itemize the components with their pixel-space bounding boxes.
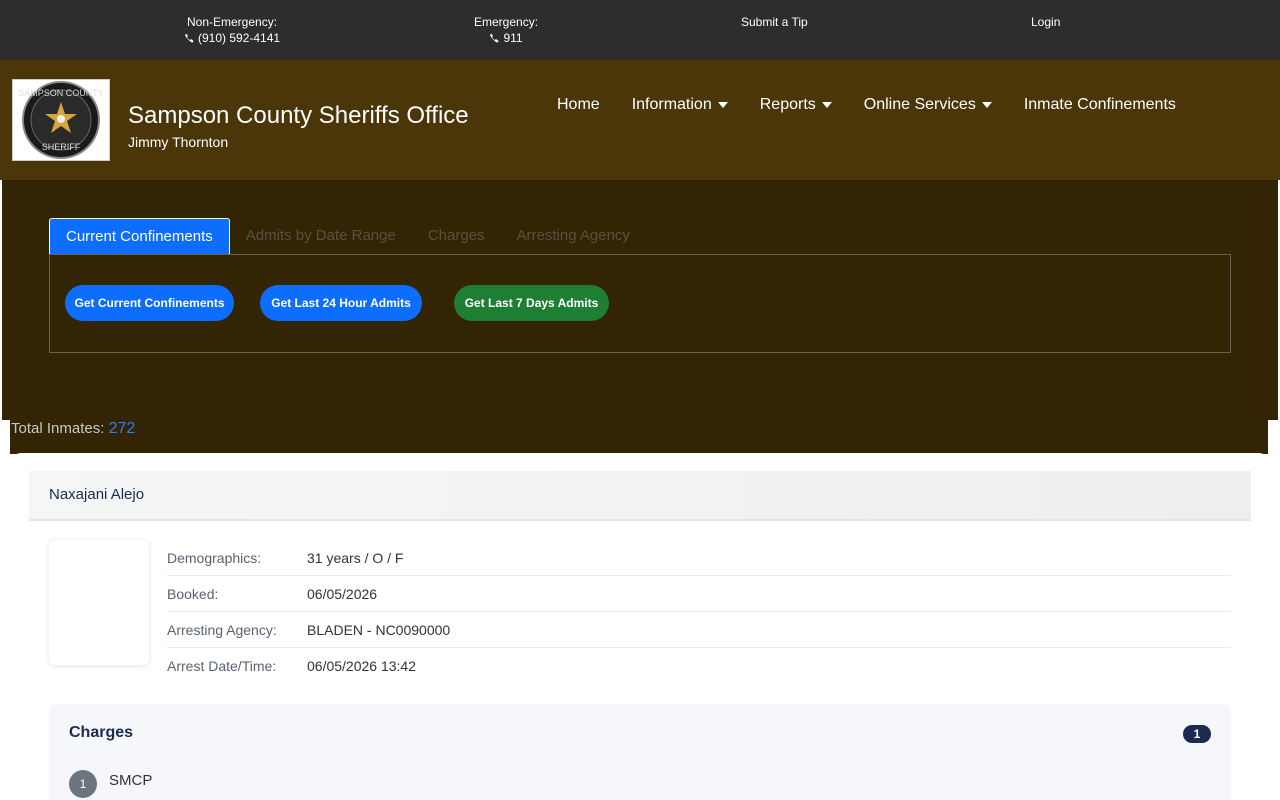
non-emergency-phone-link[interactable]: (910) 592-4141 [184,30,280,46]
top-contact-bar: Non-Emergency: (910) 592-4141 Emergency:… [0,0,1280,60]
info-row-arrest-datetime: Arrest Date/Time: 06/05/2026 13:42 [167,648,1231,684]
total-inmates-count: 272 [108,420,136,437]
tab-arresting-agency[interactable]: Arresting Agency [501,218,646,254]
emergency-phone: 911 [503,31,523,45]
tab-charges[interactable]: Charges [412,218,501,254]
info-value: 06/05/2026 [307,585,378,602]
main-nav: Home Information Reports Online Services… [557,96,1208,114]
get-last-7-days-admits-button[interactable]: Get Last 7 Days Admits [454,285,609,321]
site-subtitle: Jimmy Thornton [128,134,229,150]
sheriff-logo[interactable]: SAMPSON COUNTY SHERIFF [12,79,110,161]
info-value: 31 years / O / F [307,549,404,566]
phone-icon [490,33,499,43]
caret-down-icon [717,102,728,108]
charge-description: SMCP [109,772,153,789]
info-label: Arrest Date/Time: [167,658,277,674]
logo-text-bottom: SHERIFF [42,142,81,152]
total-inmates: Total Inmates: 272 [11,420,135,438]
info-row-demographics: Demographics: 31 years / O / F [167,540,1231,576]
nav-inmate-confinements[interactable]: Inmate Confinements [1024,96,1176,114]
emergency-label: Emergency: [474,15,539,29]
get-current-confinements-button[interactable]: Get Current Confinements [65,285,234,321]
info-value: BLADEN - NC0090000 [307,621,451,638]
emergency-contact: Emergency: 911 [474,14,538,47]
submit-tip-link[interactable]: Submit a Tip [741,14,808,30]
caret-down-icon [821,102,832,108]
confinement-search-panel: Current Confinements Admits by Date Rang… [2,180,1278,420]
info-row-arresting-agency: Arresting Agency: BLADEN - NC0090000 [167,612,1231,648]
logo-text-top: SAMPSON COUNTY [18,88,104,98]
nav-home[interactable]: Home [557,96,600,114]
login-link[interactable]: Login [1031,14,1060,30]
nav-label: Online Services [863,96,976,113]
nav-online-services[interactable]: Online Services [864,96,992,114]
tab-current-confinements[interactable]: Current Confinements [49,218,230,254]
info-label: Booked: [167,585,219,602]
info-row-booked: Booked: 06/05/2026 [167,576,1231,612]
nav-label: Information [631,96,712,113]
info-value: 06/05/2026 13:42 [307,658,416,674]
sheriff-badge-icon: SAMPSON COUNTY SHERIFF [18,81,104,159]
site-header: SAMPSON COUNTY SHERIFF Sampson County Sh… [0,60,1280,180]
total-inmates-label: Total Inmates: [11,420,105,437]
info-label: Demographics: [167,549,262,566]
phone-icon [185,33,194,43]
tab-bar: Current Confinements Admits by Date Rang… [49,218,646,254]
summary-strip [10,420,1268,454]
site-title[interactable]: Sampson County Sheriffs Office [128,102,469,130]
non-emergency-contact: Non-Emergency: (910) 592-4141 [184,14,280,47]
nav-label: Reports [759,96,816,113]
nav-information[interactable]: Information [632,96,728,114]
inmate-photo [49,540,149,665]
charges-section: Charges 1 1 SMCP [49,704,1231,800]
nav-label: Home [557,96,600,113]
charges-title: Charges [69,724,134,741]
get-last-24-hour-admits-button[interactable]: Get Last 24 Hour Admits [260,285,422,321]
non-emergency-label: Non-Emergency: [187,15,278,29]
charge-number: 1 [69,770,97,798]
non-emergency-phone: (910) 592-4141 [198,31,281,45]
nav-label: Inmate Confinements [1023,96,1176,113]
info-label: Arresting Agency: [167,621,277,638]
caret-down-icon [981,102,992,108]
emergency-phone-link[interactable]: 911 [489,30,523,46]
inmate-name: Naxajani Alejo [49,486,145,503]
nav-reports[interactable]: Reports [760,96,832,114]
tab-admits-by-date-range[interactable]: Admits by Date Range [230,218,412,254]
charges-count-badge: 1 [1183,725,1211,743]
inmate-card: Naxajani Alejo Demographics: 31 years / … [11,453,1269,800]
inmate-card-header[interactable]: Naxajani Alejo [29,471,1251,521]
